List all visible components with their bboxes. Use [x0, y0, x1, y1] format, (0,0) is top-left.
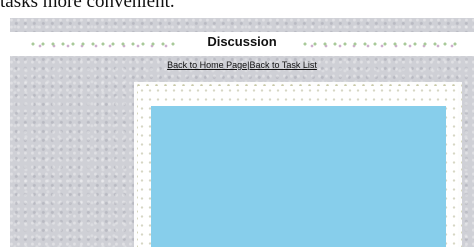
discussion-page: Discussion Back to Home Page|Back to Tas… — [10, 18, 474, 247]
frame-border — [138, 86, 458, 247]
back-to-home-link[interactable]: Back to Home Page — [167, 60, 247, 70]
discussion-content-panel — [151, 106, 446, 247]
vine-ornament-right — [300, 40, 460, 48]
document-caption: tasks more convenient. — [0, 0, 175, 12]
title-bar: Discussion — [10, 32, 474, 56]
nav-links: Back to Home Page|Back to Task List — [10, 60, 474, 70]
discussion-frame — [134, 82, 462, 247]
back-to-task-list-link[interactable]: Back to Task List — [250, 60, 317, 70]
